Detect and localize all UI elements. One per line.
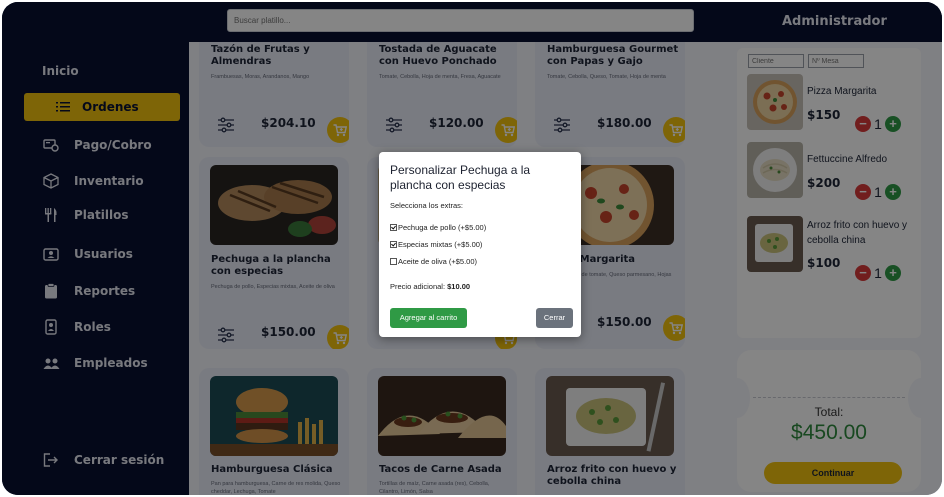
- extra-option-pechuga[interactable]: Pechuga de pollo (+$5.00): [390, 223, 486, 232]
- checkbox-checked[interactable]: [390, 241, 397, 248]
- checkbox-unchecked[interactable]: [390, 258, 397, 265]
- additional-price-label: Precio adicional:: [390, 282, 446, 291]
- extra-option-especias[interactable]: Especias mixtas (+$5.00): [390, 240, 482, 249]
- additional-price: Precio adicional: $10.00: [390, 282, 470, 291]
- customize-dialog: Personalizar Pechuga a la plancha con es…: [379, 152, 581, 337]
- close-dialog-button[interactable]: Cerrar: [536, 308, 573, 328]
- extra-option-aceite[interactable]: Aceite de oliva (+$5.00): [390, 257, 477, 266]
- app-window: Administrador Inicio Ordenes Pago/Cobro …: [2, 2, 942, 495]
- extra-option-label: Aceite de oliva (+$5.00): [398, 257, 478, 266]
- extra-option-label: Pechuga de pollo (+$5.00): [398, 223, 487, 232]
- extra-option-label: Especias mixtas (+$5.00): [398, 240, 483, 249]
- add-to-cart-dialog-button[interactable]: Agregar al carrito: [390, 308, 467, 328]
- dialog-subtitle: Selecciona los extras:: [390, 201, 463, 210]
- additional-price-value: $10.00: [447, 282, 471, 291]
- dialog-title: Personalizar Pechuga a la plancha con es…: [390, 163, 531, 192]
- checkbox-checked[interactable]: [390, 224, 397, 231]
